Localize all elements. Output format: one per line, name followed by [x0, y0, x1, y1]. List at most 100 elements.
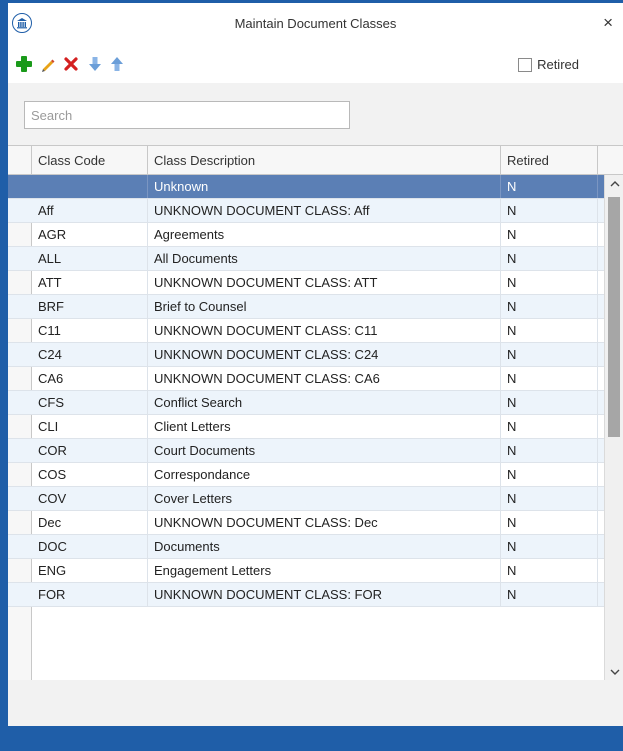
scrollbar-thumb[interactable]	[608, 197, 620, 437]
table-row[interactable]: COV Cover Letters N	[8, 487, 604, 511]
title-bar: Maintain Document Classes ×	[8, 3, 623, 47]
table-row[interactable]: CLI Client Letters N	[8, 415, 604, 439]
search-input[interactable]	[24, 101, 350, 129]
table-row[interactable]: ATT UNKNOWN DOCUMENT CLASS: ATT N	[8, 271, 604, 295]
header-indicator-cell	[8, 146, 32, 175]
close-icon[interactable]: ×	[603, 13, 613, 33]
class-description-cell: All Documents	[148, 247, 501, 270]
class-description-cell: UNKNOWN DOCUMENT CLASS: CA6	[148, 367, 501, 390]
class-code-cell: ALL	[32, 247, 148, 270]
retired-checkbox-label: Retired	[537, 57, 579, 72]
table-row[interactable]: AGR Agreements N	[8, 223, 604, 247]
retired-checkbox[interactable]	[518, 57, 533, 72]
edit-pencil-icon[interactable]	[38, 53, 58, 75]
class-description-cell: UNKNOWN DOCUMENT CLASS: FOR	[148, 583, 501, 606]
class-description-cell: UNKNOWN DOCUMENT CLASS: ATT	[148, 271, 501, 294]
table-row[interactable]: ENG Engagement Letters N	[8, 559, 604, 583]
table-row[interactable]: Unknown N	[8, 175, 604, 199]
class-code-cell: BRF	[32, 295, 148, 318]
table-row[interactable]: C11 UNKNOWN DOCUMENT CLASS: C11 N	[8, 319, 604, 343]
class-description-cell: Brief to Counsel	[148, 295, 501, 318]
add-icon[interactable]	[14, 53, 34, 75]
class-description-cell: UNKNOWN DOCUMENT CLASS: Dec	[148, 511, 501, 534]
class-code-cell: C11	[32, 319, 148, 342]
status-bar	[0, 726, 623, 751]
class-description-cell: Correspondance	[148, 463, 501, 486]
scroll-up-icon[interactable]	[605, 175, 623, 193]
class-description-cell: Agreements	[148, 223, 501, 246]
class-code-cell: CFS	[32, 391, 148, 414]
footer-area	[8, 680, 623, 726]
class-description-cell: UNKNOWN DOCUMENT CLASS: Aff	[148, 199, 501, 222]
retired-cell: N	[501, 367, 598, 390]
retired-cell: N	[501, 415, 598, 438]
class-description-cell: Cover Letters	[148, 487, 501, 510]
table-row[interactable]: COS Correspondance N	[8, 463, 604, 487]
class-code-cell: DOC	[32, 535, 148, 558]
retired-cell: N	[501, 391, 598, 414]
class-code-cell	[32, 175, 148, 198]
class-description-cell: Documents	[148, 535, 501, 558]
table-row[interactable]: COR Court Documents N	[8, 439, 604, 463]
retired-cell: N	[501, 199, 598, 222]
retired-filter[interactable]: Retired	[518, 57, 579, 72]
window-left-border	[0, 0, 8, 751]
retired-cell: N	[501, 487, 598, 510]
class-description-cell: Court Documents	[148, 439, 501, 462]
class-description-cell: Client Letters	[148, 415, 501, 438]
column-header-class-code[interactable]: Class Code	[32, 146, 148, 175]
retired-cell: N	[501, 223, 598, 246]
class-code-cell: COS	[32, 463, 148, 486]
window-title: Maintain Document Classes	[234, 16, 397, 31]
retired-cell: N	[501, 271, 598, 294]
class-description-cell: UNKNOWN DOCUMENT CLASS: C11	[148, 319, 501, 342]
retired-cell: N	[501, 247, 598, 270]
table-row[interactable]: FOR UNKNOWN DOCUMENT CLASS: FOR N	[8, 583, 604, 607]
class-code-cell: AGR	[32, 223, 148, 246]
move-down-icon[interactable]	[85, 53, 105, 75]
table-row[interactable]: C24 UNKNOWN DOCUMENT CLASS: C24 N	[8, 343, 604, 367]
table-row[interactable]: Aff UNKNOWN DOCUMENT CLASS: Aff N	[8, 199, 604, 223]
table-row[interactable]: CA6 UNKNOWN DOCUMENT CLASS: CA6 N	[8, 367, 604, 391]
retired-cell: N	[501, 175, 598, 198]
retired-cell: N	[501, 559, 598, 582]
toolbar: Retired	[8, 47, 623, 83]
class-description-cell: Engagement Letters	[148, 559, 501, 582]
class-code-cell: Dec	[32, 511, 148, 534]
retired-cell: N	[501, 439, 598, 462]
table-row[interactable]: DOC Documents N	[8, 535, 604, 559]
class-code-cell: ENG	[32, 559, 148, 582]
retired-cell: N	[501, 319, 598, 342]
table-row[interactable]: Dec UNKNOWN DOCUMENT CLASS: Dec N	[8, 511, 604, 535]
retired-cell: N	[501, 343, 598, 366]
table-row[interactable]: ALL All Documents N	[8, 247, 604, 271]
vertical-scrollbar[interactable]	[604, 175, 623, 680]
class-code-cell: COV	[32, 487, 148, 510]
maintain-document-classes-window: Maintain Document Classes × Retired Sear…	[0, 0, 623, 751]
retired-cell: N	[501, 583, 598, 606]
class-code-cell: ATT	[32, 271, 148, 294]
class-description-cell: Unknown	[148, 175, 501, 198]
column-header-class-description[interactable]: Class Description	[148, 146, 501, 175]
scroll-down-icon[interactable]	[605, 663, 623, 680]
delete-icon[interactable]	[61, 53, 81, 75]
class-code-cell: Aff	[32, 199, 148, 222]
grid-header: Class Code Class Description Retired	[8, 146, 623, 175]
table-row[interactable]: BRF Brief to Counsel N	[8, 295, 604, 319]
class-code-cell: FOR	[32, 583, 148, 606]
table-row[interactable]: CFS Conflict Search N	[8, 391, 604, 415]
retired-cell: N	[501, 511, 598, 534]
class-description-cell: Conflict Search	[148, 391, 501, 414]
column-header-retired[interactable]: Retired	[501, 146, 598, 175]
class-code-cell: CLI	[32, 415, 148, 438]
class-code-cell: CA6	[32, 367, 148, 390]
class-description-cell: UNKNOWN DOCUMENT CLASS: C24	[148, 343, 501, 366]
retired-cell: N	[501, 295, 598, 318]
move-up-icon[interactable]	[107, 53, 127, 75]
class-code-cell: COR	[32, 439, 148, 462]
retired-cell: N	[501, 463, 598, 486]
class-code-cell: C24	[32, 343, 148, 366]
document-classes-grid: Class Code Class Description Retired Unk…	[8, 145, 623, 680]
window-top-border	[0, 0, 623, 3]
retired-cell: N	[501, 535, 598, 558]
